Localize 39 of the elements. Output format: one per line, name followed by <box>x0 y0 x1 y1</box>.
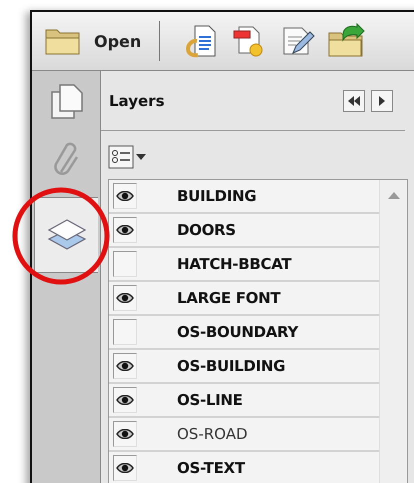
collapse-button[interactable] <box>343 90 365 112</box>
visibility-toggle[interactable] <box>113 319 137 345</box>
right-arrow-icon <box>378 96 386 106</box>
layer-name: OS-LINE <box>177 391 243 409</box>
layer-name: OS-BUILDING <box>177 357 286 375</box>
layer-name: BUILDING <box>177 187 256 205</box>
expand-button[interactable] <box>371 90 393 112</box>
eye-icon <box>116 225 134 235</box>
visibility-toggle[interactable] <box>113 285 137 311</box>
caret-icon <box>136 154 146 160</box>
layer-name: HATCH-BBCAT <box>177 255 292 273</box>
double-left-arrow-icon <box>347 96 361 106</box>
layer-name: LARGE FONT <box>177 289 280 307</box>
open-button[interactable]: Open <box>44 26 142 56</box>
eye-icon <box>116 361 134 371</box>
visibility-toggle[interactable] <box>113 353 137 379</box>
eye-icon <box>116 293 134 303</box>
options-button[interactable] <box>108 143 148 171</box>
folder-arrow-icon <box>327 23 366 59</box>
pages-icon <box>50 83 84 119</box>
list-options-icon <box>108 145 134 169</box>
layer-name: DOORS <box>177 221 236 239</box>
visibility-toggle[interactable] <box>113 217 137 243</box>
eye-icon <box>116 429 134 439</box>
layers-icon <box>46 218 86 252</box>
eye-icon <box>116 191 134 201</box>
layer-name: OS-TEXT <box>177 459 245 477</box>
layer-name: OS-ROAD <box>177 425 248 443</box>
visibility-toggle[interactable] <box>113 387 137 413</box>
visibility-toggle[interactable] <box>113 421 137 447</box>
eye-icon <box>116 463 134 473</box>
visibility-toggle[interactable] <box>113 251 137 277</box>
panel-title: Layers <box>109 92 164 110</box>
eye-icon <box>116 395 134 405</box>
visibility-toggle[interactable] <box>113 455 137 481</box>
layer-name: OS-BOUNDARY <box>177 323 298 341</box>
layers-tab[interactable] <box>34 197 98 273</box>
scroll-up-icon <box>388 192 400 199</box>
visibility-toggle[interactable] <box>113 183 137 209</box>
